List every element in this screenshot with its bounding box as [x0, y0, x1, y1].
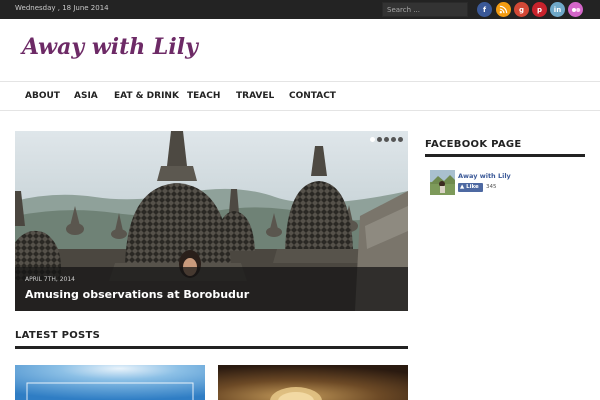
nav-item-teach[interactable]: TEACH	[187, 91, 220, 101]
slider-dot[interactable]	[384, 137, 389, 142]
facebook-icon[interactable]: f	[477, 2, 492, 17]
latest-posts-title: LATEST POSTS	[15, 330, 101, 341]
post-thumbnail[interactable]	[218, 365, 408, 400]
facebook-page-title: FACEBOOK PAGE	[425, 139, 522, 150]
post-thumbnail[interactable]	[15, 365, 205, 400]
facebook-page-avatar[interactable]	[430, 170, 455, 195]
slider-dot[interactable]	[377, 137, 382, 142]
nav-item-travel[interactable]: TRAVEL	[236, 91, 274, 101]
slider-dot[interactable]	[370, 137, 375, 142]
flickr-icon[interactable]	[568, 2, 583, 17]
like-label: Like	[466, 184, 479, 190]
slider-dot[interactable]	[398, 137, 403, 142]
facebook-like-box: Away with Lily ▲ Like 345	[430, 170, 580, 198]
slider-dot[interactable]	[391, 137, 396, 142]
nav-item-asia[interactable]: ASIA	[74, 91, 98, 101]
site-logo[interactable]: Away with Lily	[22, 34, 198, 60]
linkedin-icon[interactable]: in	[550, 2, 565, 17]
facebook-like-button[interactable]: ▲ Like	[458, 183, 483, 192]
nav-item-eat-drink[interactable]: EAT & DRINK	[114, 91, 179, 101]
google-plus-icon[interactable]: g	[514, 2, 529, 17]
main-navigation: ABOUT ASIA EAT & DRINK TEACH TRAVEL CONT…	[0, 81, 600, 111]
facebook-page-rule	[425, 154, 585, 157]
like-count: 345	[486, 184, 497, 190]
rss-icon[interactable]	[496, 2, 511, 17]
pinterest-icon[interactable]: p	[532, 2, 547, 17]
facebook-page-name[interactable]: Away with Lily	[458, 172, 511, 180]
nav-item-about[interactable]: ABOUT	[25, 91, 60, 101]
thumbs-up-icon: ▲	[460, 184, 465, 190]
slide-title[interactable]: Amusing observations at Borobudur	[25, 288, 249, 301]
search-input[interactable]: Search ...	[382, 2, 468, 17]
slider-pagination	[370, 137, 403, 145]
latest-posts-rule	[15, 346, 408, 349]
slide-date: APRIL 7TH, 2014	[25, 276, 75, 283]
featured-slider[interactable]: APRIL 7TH, 2014 Amusing observations at …	[15, 131, 408, 311]
slide-caption: APRIL 7TH, 2014 Amusing observations at …	[15, 267, 408, 311]
nav-item-contact[interactable]: CONTACT	[289, 91, 336, 101]
top-bar: Wednesday , 18 June 2014 Search ... f g …	[0, 0, 600, 19]
current-date: Wednesday , 18 June 2014	[15, 4, 109, 12]
